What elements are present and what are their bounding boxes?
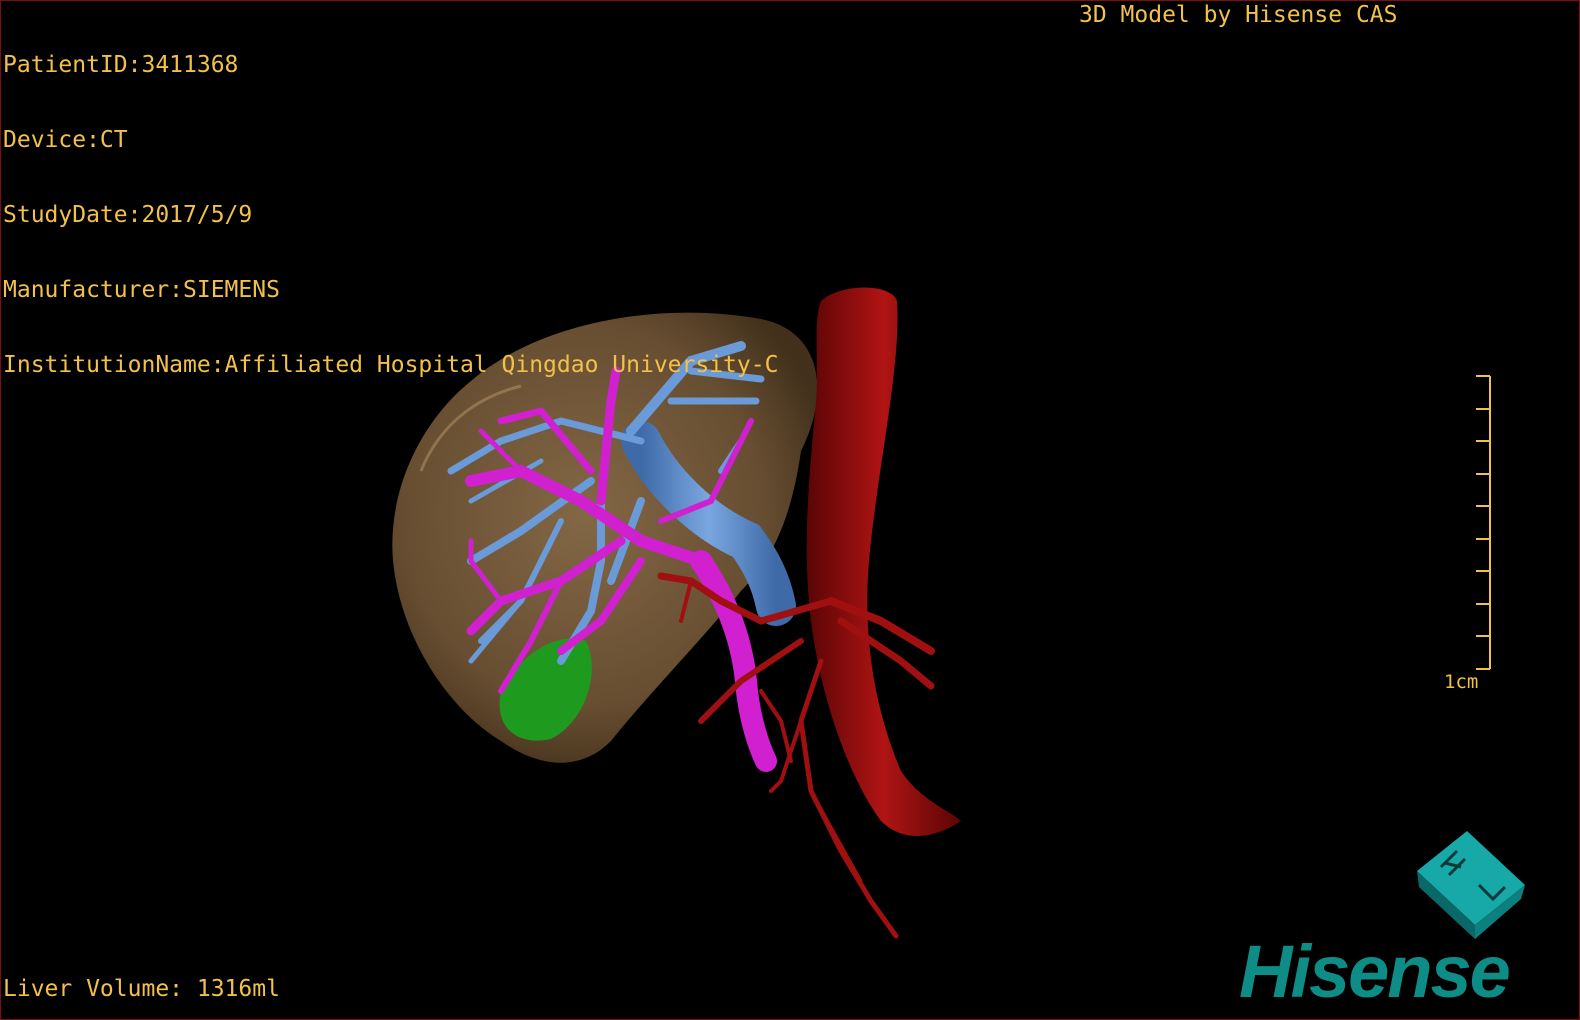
liver-volume: Liver Volume: 1316ml [3,976,280,1002]
manufacturer: Manufacturer:SIEMENS [3,277,280,303]
device: Device:CT [3,127,128,153]
orientation-cube-icon[interactable] [1413,829,1529,941]
scale-bar [1476,375,1491,670]
patient-id: PatientID:3411368 [3,52,239,78]
3d-viewport[interactable]: PatientID:3411368 Device:CT StudyDate:20… [0,0,1580,1020]
aorta [806,287,961,836]
study-date: StudyDate:2017/5/9 [3,202,253,228]
model-credit: 3D Model by Hisense CAS [1079,2,1398,28]
hisense-logo: Hisense [1239,930,1511,1013]
institution-name: InstitutionName:Affiliated Hospital Qing… [3,352,779,378]
scale-bar-label: 1cm [1444,671,1479,693]
dicom-info: PatientID:3411368 Device:CT StudyDate:20… [3,3,778,428]
